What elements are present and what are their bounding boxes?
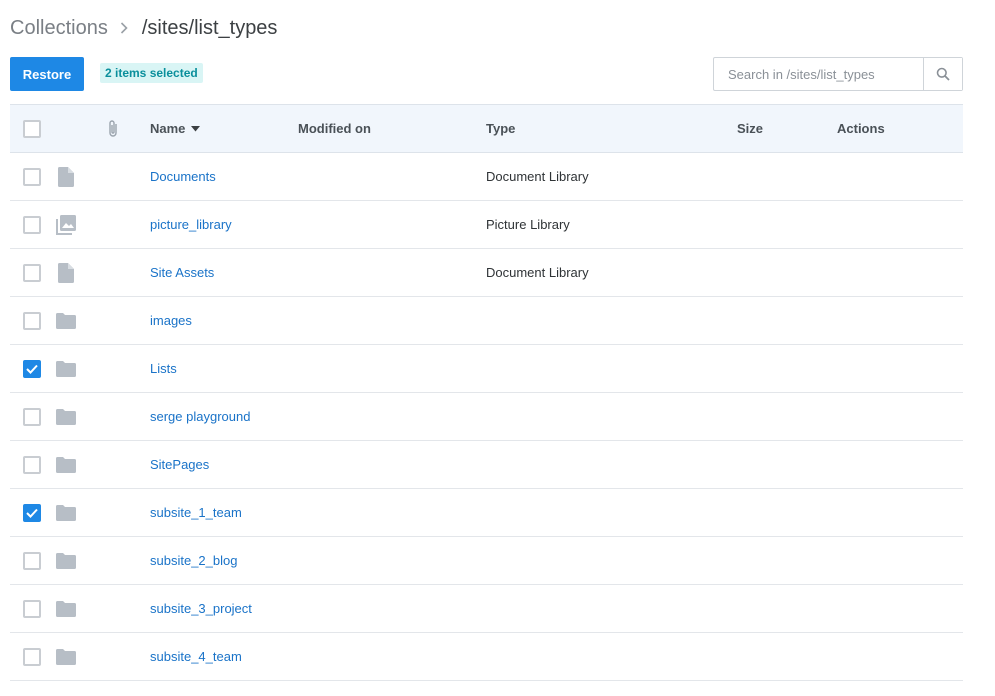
row-checkbox[interactable]	[23, 359, 41, 378]
document-icon	[58, 166, 74, 187]
search-button[interactable]	[923, 58, 962, 90]
item-name-link[interactable]: Documents	[150, 169, 216, 184]
folder-icon	[56, 408, 76, 425]
table-header: Name Modified on Type Size Actions	[10, 104, 963, 153]
item-name-link[interactable]: subsite_2_blog	[150, 553, 237, 568]
table-row[interactable]: picture_library Picture Library	[10, 201, 963, 249]
search-box	[713, 57, 963, 91]
table-row[interactable]: subsite_4_team	[10, 633, 963, 681]
row-checkbox[interactable]	[23, 647, 41, 666]
folder-icon	[56, 552, 76, 569]
table-row[interactable]: Site Assets Document Library	[10, 249, 963, 297]
row-checkbox[interactable]	[23, 503, 41, 522]
table-body: Documents Document Library picture_libra…	[10, 153, 963, 681]
column-header-type[interactable]: Type	[486, 105, 515, 152]
image-gallery-icon	[56, 214, 76, 235]
item-name-link[interactable]: serge playground	[150, 409, 250, 424]
folder-icon	[56, 600, 76, 617]
column-header-actions: Actions	[837, 121, 885, 136]
table-row[interactable]: Lists	[10, 345, 963, 393]
item-name-link[interactable]: images	[150, 313, 192, 328]
row-checkbox[interactable]	[23, 263, 41, 282]
row-checkbox[interactable]	[23, 407, 41, 426]
item-name-link[interactable]: subsite_4_team	[150, 649, 242, 664]
folder-icon	[56, 648, 76, 665]
file-table: Name Modified on Type Size Actions Docum…	[10, 104, 963, 681]
item-type: Document Library	[486, 265, 589, 280]
search-icon	[936, 67, 950, 81]
breadcrumb-root[interactable]: Collections	[10, 17, 108, 40]
row-checkbox[interactable]	[23, 455, 41, 474]
column-header-name-label: Name	[150, 121, 186, 136]
item-name-link[interactable]: picture_library	[150, 217, 232, 232]
table-row[interactable]: images	[10, 297, 963, 345]
table-row[interactable]: subsite_2_blog	[10, 537, 963, 585]
document-icon	[58, 262, 74, 283]
chevron-right-icon	[120, 22, 128, 34]
sort-desc-icon	[191, 125, 201, 132]
search-input[interactable]	[714, 58, 923, 90]
column-header-modified[interactable]: Modified on	[298, 105, 371, 152]
item-name-link[interactable]: SitePages	[150, 457, 209, 472]
item-name-link[interactable]: subsite_3_project	[150, 601, 252, 616]
row-checkbox[interactable]	[23, 215, 41, 234]
select-all-checkbox[interactable]	[23, 119, 41, 138]
attachment-icon	[107, 119, 119, 139]
selection-count-badge: 2 items selected	[100, 63, 203, 83]
folder-icon	[56, 312, 76, 329]
column-header-size[interactable]: Size	[737, 105, 763, 152]
item-type: Picture Library	[486, 217, 570, 232]
row-checkbox[interactable]	[23, 167, 41, 186]
table-row[interactable]: subsite_3_project	[10, 585, 963, 633]
restore-button[interactable]: Restore	[10, 57, 84, 91]
table-row[interactable]: SitePages	[10, 441, 963, 489]
folder-icon	[56, 504, 76, 521]
table-row[interactable]: subsite_1_team	[10, 489, 963, 537]
table-row[interactable]: Documents Document Library	[10, 153, 963, 201]
item-name-link[interactable]: subsite_1_team	[150, 505, 242, 520]
item-name-link[interactable]: Lists	[150, 361, 177, 376]
folder-icon	[56, 456, 76, 473]
row-checkbox[interactable]	[23, 551, 41, 570]
row-checkbox[interactable]	[23, 311, 41, 330]
breadcrumb-current: /sites/list_types	[141, 16, 278, 39]
row-checkbox[interactable]	[23, 599, 41, 618]
column-header-name[interactable]: Name	[150, 105, 201, 152]
item-type: Document Library	[486, 169, 589, 184]
item-name-link[interactable]: Site Assets	[150, 265, 214, 280]
toolbar: Restore 2 items selected	[10, 57, 963, 91]
table-row[interactable]: serge playground	[10, 393, 963, 441]
breadcrumb: Collections /sites/list_types	[10, 14, 277, 42]
folder-icon	[56, 360, 76, 377]
